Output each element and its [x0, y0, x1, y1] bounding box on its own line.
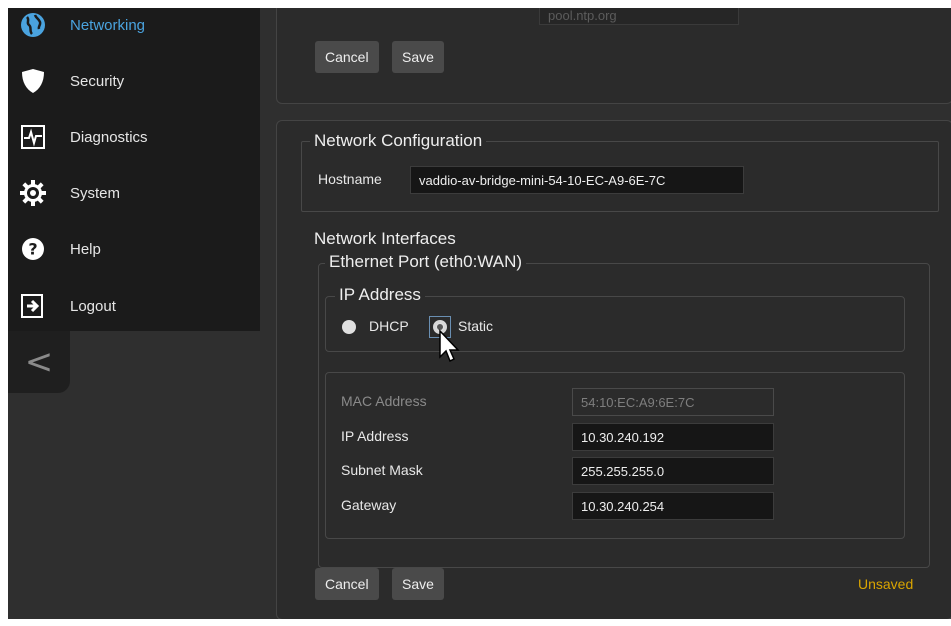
save-button[interactable]: Save: [392, 41, 444, 73]
subnet-mask-input[interactable]: 255.255.255.0: [572, 457, 774, 485]
sidebar-item-label: System: [70, 184, 121, 202]
unsaved-status: Unsaved: [858, 576, 914, 592]
ip-address-label: IP Address: [341, 428, 409, 444]
ip-address-input[interactable]: 10.30.240.192: [572, 423, 774, 451]
time-settings-panel: pool.ntp.org Cancel Save: [276, 8, 951, 104]
sidebar: Networking Security Diagnostics System ?…: [8, 8, 260, 331]
sidebar-item-label: Help: [70, 240, 101, 258]
shield-icon: [20, 68, 46, 94]
sidebar-item-label: Security: [70, 72, 125, 90]
question-icon: ?: [20, 236, 46, 262]
logout-icon: [20, 293, 46, 319]
ip-address-mode-title: IP Address: [335, 285, 425, 305]
gateway-input[interactable]: 10.30.240.254: [572, 492, 774, 520]
gear-icon: [20, 180, 46, 206]
sidebar-item-label: Diagnostics: [70, 128, 148, 146]
ntp-server-input[interactable]: pool.ntp.org: [539, 8, 739, 25]
mac-address-field: 54:10:EC:A9:6E:7C: [572, 388, 774, 416]
hostname-label: Hostname: [318, 171, 382, 187]
sidebar-item-logout[interactable]: Logout: [8, 286, 260, 326]
sidebar-item-security[interactable]: Security: [8, 61, 260, 101]
sidebar-item-label: Networking: [70, 16, 146, 34]
static-label: Static: [458, 318, 494, 334]
network-configuration-title: Network Configuration: [310, 131, 487, 151]
pulse-icon: [20, 124, 46, 150]
dhcp-label: DHCP: [369, 318, 409, 334]
gateway-label: Gateway: [341, 497, 397, 513]
dhcp-radio[interactable]: [342, 320, 356, 334]
network-configuration-panel: Network Configuration Hostname vaddio-av…: [276, 120, 951, 619]
globe-icon: [20, 12, 46, 38]
sidebar-item-label: Logout: [70, 297, 116, 315]
mac-address-label: MAC Address: [341, 393, 427, 409]
hostname-input[interactable]: vaddio-av-bridge-mini-54-10-EC-A9-6E-7C: [410, 166, 744, 194]
app-window: Networking Security Diagnostics System ?…: [8, 8, 951, 619]
sidebar-item-system[interactable]: System: [8, 173, 260, 213]
sidebar-collapse-button[interactable]: <: [8, 331, 70, 393]
sidebar-item-help[interactable]: ? Help: [8, 229, 260, 269]
mouse-cursor-icon: [439, 329, 460, 363]
cancel-button[interactable]: Cancel: [315, 568, 379, 600]
chevron-left-icon: <: [24, 342, 54, 382]
svg-text:?: ?: [28, 240, 37, 259]
cancel-button[interactable]: Cancel: [315, 41, 379, 73]
network-interfaces-title: Network Interfaces: [314, 229, 456, 248]
sidebar-item-diagnostics[interactable]: Diagnostics: [8, 117, 260, 157]
subnet-mask-label: Subnet Mask: [341, 462, 423, 478]
save-button[interactable]: Save: [392, 568, 444, 600]
ethernet-port-title: Ethernet Port (eth0:WAN): [325, 252, 527, 272]
sidebar-item-networking[interactable]: Networking: [8, 8, 260, 45]
